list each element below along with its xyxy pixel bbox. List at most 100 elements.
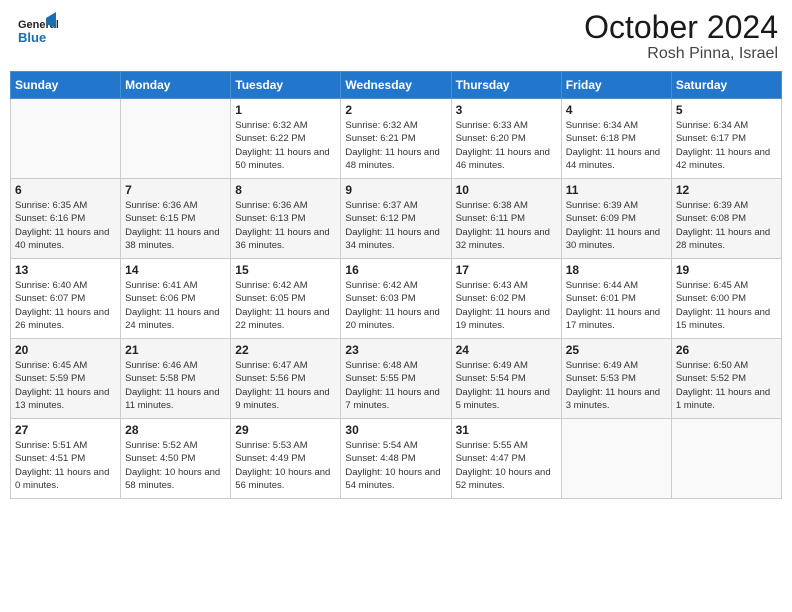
day-number: 10: [456, 183, 557, 197]
day-number: 28: [125, 423, 226, 437]
day-info: Sunrise: 5:53 AM Sunset: 4:49 PM Dayligh…: [235, 439, 336, 492]
day-number: 30: [345, 423, 446, 437]
svg-text:Blue: Blue: [18, 30, 46, 45]
day-number: 17: [456, 263, 557, 277]
day-info: Sunrise: 6:45 AM Sunset: 6:00 PM Dayligh…: [676, 279, 777, 332]
day-info: Sunrise: 6:41 AM Sunset: 6:06 PM Dayligh…: [125, 279, 226, 332]
calendar-cell: 25 Sunrise: 6:49 AM Sunset: 5:53 PM Dayli…: [561, 339, 671, 419]
calendar-cell: 22 Sunrise: 6:47 AM Sunset: 5:56 PM Dayli…: [231, 339, 341, 419]
day-info: Sunrise: 6:46 AM Sunset: 5:58 PM Dayligh…: [125, 359, 226, 412]
day-number: 7: [125, 183, 226, 197]
day-info: Sunrise: 6:44 AM Sunset: 6:01 PM Dayligh…: [566, 279, 667, 332]
day-number: 1: [235, 103, 336, 117]
logo-icon: General Blue: [14, 10, 58, 54]
day-number: 31: [456, 423, 557, 437]
day-number: 18: [566, 263, 667, 277]
day-info: Sunrise: 6:40 AM Sunset: 6:07 PM Dayligh…: [15, 279, 116, 332]
calendar-cell: 30 Sunrise: 5:54 AM Sunset: 4:48 PM Dayli…: [341, 419, 451, 499]
title-block: October 2024 Rosh Pinna, Israel: [584, 10, 778, 63]
weekday-header-tuesday: Tuesday: [231, 72, 341, 99]
location-title: Rosh Pinna, Israel: [584, 45, 778, 63]
day-number: 12: [676, 183, 777, 197]
calendar-cell: 17 Sunrise: 6:43 AM Sunset: 6:02 PM Dayli…: [451, 259, 561, 339]
day-info: Sunrise: 6:39 AM Sunset: 6:08 PM Dayligh…: [676, 199, 777, 252]
weekday-header-monday: Monday: [121, 72, 231, 99]
calendar-cell: 18 Sunrise: 6:44 AM Sunset: 6:01 PM Dayli…: [561, 259, 671, 339]
weekday-header-thursday: Thursday: [451, 72, 561, 99]
day-info: Sunrise: 6:34 AM Sunset: 6:18 PM Dayligh…: [566, 119, 667, 172]
day-info: Sunrise: 6:33 AM Sunset: 6:20 PM Dayligh…: [456, 119, 557, 172]
week-row-2: 6 Sunrise: 6:35 AM Sunset: 6:16 PM Daylig…: [11, 179, 782, 259]
calendar-cell: 29 Sunrise: 5:53 AM Sunset: 4:49 PM Dayli…: [231, 419, 341, 499]
calendar-cell: 15Sunrise: 6:42 AM Sunset: 6:05 PM Dayli…: [231, 259, 341, 339]
calendar-cell: 23 Sunrise: 6:48 AM Sunset: 5:55 PM Dayli…: [341, 339, 451, 419]
day-number: 24: [456, 343, 557, 357]
day-number: 21: [125, 343, 226, 357]
day-number: 26: [676, 343, 777, 357]
calendar-cell: 9 Sunrise: 6:37 AM Sunset: 6:12 PM Daylig…: [341, 179, 451, 259]
calendar-cell: [11, 99, 121, 179]
day-info: Sunrise: 6:47 AM Sunset: 5:56 PM Dayligh…: [235, 359, 336, 412]
day-info: Sunrise: 6:32 AM Sunset: 6:21 PM Dayligh…: [345, 119, 446, 172]
day-number: 23: [345, 343, 446, 357]
calendar-cell: 16 Sunrise: 6:42 AM Sunset: 6:03 PM Dayli…: [341, 259, 451, 339]
calendar-cell: 10 Sunrise: 6:38 AM Sunset: 6:11 PM Dayli…: [451, 179, 561, 259]
weekday-header-saturday: Saturday: [671, 72, 781, 99]
calendar-cell: 24 Sunrise: 6:49 AM Sunset: 5:54 PM Dayli…: [451, 339, 561, 419]
day-info: Sunrise: 6:38 AM Sunset: 6:11 PM Dayligh…: [456, 199, 557, 252]
week-row-4: 20 Sunrise: 6:45 AM Sunset: 5:59 PM Dayli…: [11, 339, 782, 419]
day-number: 8: [235, 183, 336, 197]
weekday-header-wednesday: Wednesday: [341, 72, 451, 99]
day-info: Sunrise: 6:45 AM Sunset: 5:59 PM Dayligh…: [15, 359, 116, 412]
day-number: 16: [345, 263, 446, 277]
week-row-3: 13Sunrise: 6:40 AM Sunset: 6:07 PM Dayli…: [11, 259, 782, 339]
calendar-cell: 19 Sunrise: 6:45 AM Sunset: 6:00 PM Dayli…: [671, 259, 781, 339]
calendar-cell: 14 Sunrise: 6:41 AM Sunset: 6:06 PM Dayli…: [121, 259, 231, 339]
day-number: 5: [676, 103, 777, 117]
day-number: 19: [676, 263, 777, 277]
day-info: Sunrise: 5:51 AM Sunset: 4:51 PM Dayligh…: [15, 439, 116, 492]
day-number: 27: [15, 423, 116, 437]
calendar-table: SundayMondayTuesdayWednesdayThursdayFrid…: [10, 71, 782, 499]
day-info: Sunrise: 6:32 AM Sunset: 6:22 PM Dayligh…: [235, 119, 336, 172]
day-number: 22: [235, 343, 336, 357]
calendar-cell: 21 Sunrise: 6:46 AM Sunset: 5:58 PM Dayli…: [121, 339, 231, 419]
page-header: General Blue October 2024 Rosh Pinna, Is…: [10, 10, 782, 63]
week-row-1: 1 Sunrise: 6:32 AM Sunset: 6:22 PM Daylig…: [11, 99, 782, 179]
calendar-cell: 2Sunrise: 6:32 AM Sunset: 6:21 PM Daylig…: [341, 99, 451, 179]
week-row-5: 27 Sunrise: 5:51 AM Sunset: 4:51 PM Dayli…: [11, 419, 782, 499]
day-info: Sunrise: 5:52 AM Sunset: 4:50 PM Dayligh…: [125, 439, 226, 492]
day-info: Sunrise: 6:36 AM Sunset: 6:13 PM Dayligh…: [235, 199, 336, 252]
day-info: Sunrise: 6:50 AM Sunset: 5:52 PM Dayligh…: [676, 359, 777, 412]
weekday-header-sunday: Sunday: [11, 72, 121, 99]
calendar-cell: [561, 419, 671, 499]
day-number: 25: [566, 343, 667, 357]
calendar-cell: 27 Sunrise: 5:51 AM Sunset: 4:51 PM Dayli…: [11, 419, 121, 499]
day-info: Sunrise: 6:37 AM Sunset: 6:12 PM Dayligh…: [345, 199, 446, 252]
day-info: Sunrise: 6:39 AM Sunset: 6:09 PM Dayligh…: [566, 199, 667, 252]
calendar-cell: 6 Sunrise: 6:35 AM Sunset: 6:16 PM Daylig…: [11, 179, 121, 259]
day-info: Sunrise: 6:36 AM Sunset: 6:15 PM Dayligh…: [125, 199, 226, 252]
calendar-cell: 28 Sunrise: 5:52 AM Sunset: 4:50 PM Dayli…: [121, 419, 231, 499]
calendar-cell: [121, 99, 231, 179]
day-number: 20: [15, 343, 116, 357]
day-info: Sunrise: 6:49 AM Sunset: 5:54 PM Dayligh…: [456, 359, 557, 412]
day-info: Sunrise: 6:35 AM Sunset: 6:16 PM Dayligh…: [15, 199, 116, 252]
day-info: Sunrise: 5:54 AM Sunset: 4:48 PM Dayligh…: [345, 439, 446, 492]
day-number: 14: [125, 263, 226, 277]
calendar-cell: 12 Sunrise: 6:39 AM Sunset: 6:08 PM Dayli…: [671, 179, 781, 259]
day-info: Sunrise: 6:42 AM Sunset: 6:03 PM Dayligh…: [345, 279, 446, 332]
weekday-header-friday: Friday: [561, 72, 671, 99]
day-info: Sunrise: 6:43 AM Sunset: 6:02 PM Dayligh…: [456, 279, 557, 332]
calendar-cell: 8 Sunrise: 6:36 AM Sunset: 6:13 PM Daylig…: [231, 179, 341, 259]
logo: General Blue: [14, 10, 62, 54]
day-number: 29: [235, 423, 336, 437]
day-number: 6: [15, 183, 116, 197]
day-number: 4: [566, 103, 667, 117]
day-number: 11: [566, 183, 667, 197]
calendar-cell: 5Sunrise: 6:34 AM Sunset: 6:17 PM Daylig…: [671, 99, 781, 179]
day-info: Sunrise: 6:48 AM Sunset: 5:55 PM Dayligh…: [345, 359, 446, 412]
day-number: 9: [345, 183, 446, 197]
day-info: Sunrise: 6:49 AM Sunset: 5:53 PM Dayligh…: [566, 359, 667, 412]
calendar-cell: [671, 419, 781, 499]
